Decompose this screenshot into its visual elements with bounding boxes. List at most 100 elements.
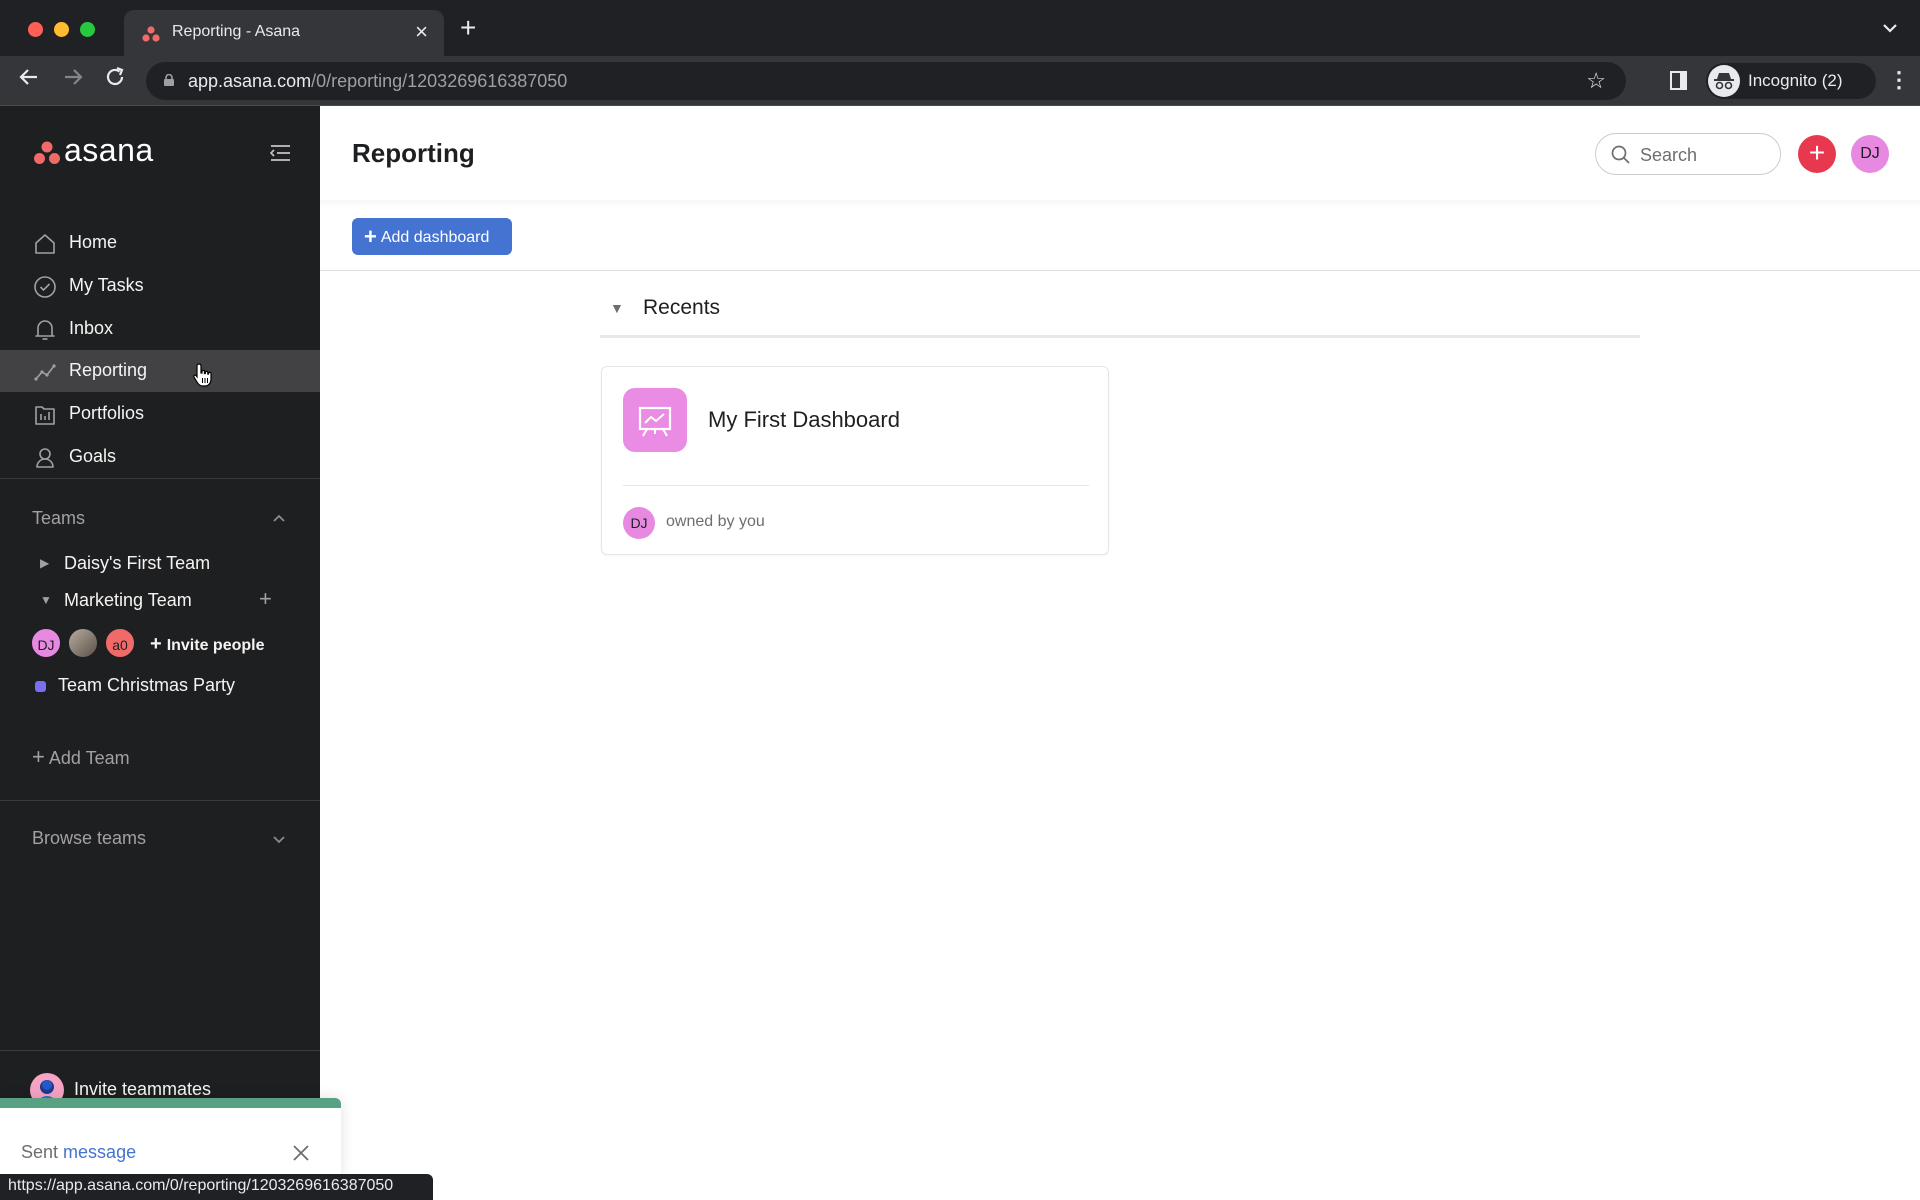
add-to-team-icon[interactable]: + — [259, 586, 272, 612]
arrow-left-icon — [19, 69, 37, 85]
window-minimize-button[interactable] — [54, 22, 69, 37]
portfolio-icon — [35, 406, 55, 425]
sidebar-item-label: Home — [69, 232, 118, 252]
sidebar-item-label: Reporting — [69, 360, 148, 380]
collapse-sidebar-icon[interactable] — [268, 144, 292, 162]
chevron-down-icon[interactable] — [272, 832, 286, 848]
window-maximize-button[interactable] — [80, 22, 95, 37]
incognito-icon — [1708, 65, 1740, 97]
invite-teammates-label: Invite teammates — [74, 1079, 212, 1099]
owner-text: owned by you — [666, 513, 765, 530]
toast-prefix: Sent — [21, 1142, 59, 1162]
avatar[interactable]: a0 — [104, 627, 136, 659]
address-bar[interactable]: app.asana.com/0/reporting/12032696163870… — [146, 62, 1626, 100]
plus-icon: + — [32, 744, 45, 769]
teams-heading[interactable]: Teams — [32, 508, 85, 529]
dashboard-title[interactable]: My First Dashboard — [708, 407, 900, 433]
team-label: Marketing Team — [64, 590, 192, 610]
project-color-icon — [35, 681, 46, 692]
avatar-photo[interactable] — [67, 627, 99, 659]
reload-button[interactable] — [104, 66, 126, 95]
bookmark-star-icon[interactable]: ☆ — [1586, 68, 1606, 94]
search-icon — [1611, 145, 1630, 164]
invite-people-button[interactable]: + Invite people — [150, 633, 264, 656]
browser-tab-bar: Reporting - Asana × + — [0, 0, 1920, 56]
recents-divider — [600, 335, 1640, 338]
lock-icon — [164, 74, 174, 86]
close-icon[interactable] — [290, 1142, 312, 1164]
toolbar-divider — [320, 270, 1920, 271]
toast-link[interactable]: message — [63, 1142, 136, 1162]
dashboard-icon — [623, 388, 687, 452]
sidebar-divider — [0, 1050, 320, 1051]
asana-logo-icon — [34, 141, 60, 164]
sidebar-item-my-tasks[interactable]: My Tasks — [0, 265, 320, 307]
sidebar-item-inbox[interactable]: Inbox — [0, 308, 320, 350]
browser-toolbar: app.asana.com/0/reporting/12032696163870… — [0, 56, 1920, 106]
project-label: Team Christmas Party — [58, 675, 236, 695]
forward-button[interactable] — [62, 66, 84, 95]
sidebar-item-portfolios[interactable]: Portfolios — [0, 393, 320, 435]
caret-down-icon[interactable]: ▼ — [40, 593, 52, 607]
dashboard-card[interactable]: My First Dashboard DJ owned by you — [601, 366, 1109, 555]
sidebar-item-reporting[interactable]: Reporting — [0, 350, 320, 392]
card-divider — [623, 485, 1089, 486]
check-circle-icon — [34, 276, 56, 298]
header-divider — [320, 200, 1920, 208]
sidebar-item-goals[interactable]: Goals — [0, 436, 320, 478]
chevron-up-icon[interactable] — [272, 510, 286, 526]
url-host: app.asana.com — [188, 71, 312, 91]
profile-label: Incognito (2) — [1748, 71, 1843, 90]
add-team-label: Add Team — [48, 748, 130, 768]
arrow-right-icon — [65, 69, 83, 85]
line-chart-icon — [34, 364, 56, 381]
search-placeholder: Search — [1640, 145, 1698, 165]
logo-text: asana — [64, 132, 154, 168]
main-content: Reporting Search + DJ + Add dashboard ▼ R… — [320, 106, 1920, 1200]
tab-search-chevron-icon[interactable] — [1882, 20, 1898, 38]
sidebar-item-home[interactable]: Home — [0, 222, 320, 264]
team-item[interactable]: ▶ Daisy's First Team — [0, 547, 320, 581]
user-avatar[interactable]: DJ — [1851, 135, 1889, 173]
project-item[interactable]: Team Christmas Party — [0, 669, 320, 703]
add-dashboard-button[interactable]: + Add dashboard — [352, 218, 512, 255]
recents-title: Recents — [643, 296, 721, 319]
sidebar-item-label: My Tasks — [69, 275, 144, 295]
tab-title: Reporting - Asana — [172, 23, 301, 40]
hand-cursor-icon — [193, 363, 212, 387]
page-title: Reporting — [352, 138, 475, 168]
sidebar-divider — [0, 800, 320, 801]
add-team-button[interactable]: + Add Team — [32, 744, 130, 770]
team-label: Daisy's First Team — [64, 553, 211, 573]
team-members-row: DJ a0 + Invite people — [30, 627, 320, 661]
browse-teams-heading[interactable]: Browse teams — [32, 828, 146, 849]
bell-icon — [35, 320, 55, 340]
goal-icon — [36, 448, 54, 468]
avatar[interactable]: DJ — [30, 627, 62, 659]
invite-people-label: Invite people — [166, 637, 265, 654]
plus-icon: + — [1808, 137, 1826, 168]
toast-notification: Sent message — [0, 1098, 341, 1176]
caret-right-icon[interactable]: ▶ — [40, 556, 49, 570]
plus-icon: + — [150, 633, 162, 655]
home-icon — [35, 234, 55, 254]
tab-close-icon[interactable]: × — [415, 19, 428, 45]
sidebar-item-label: Inbox — [69, 318, 114, 338]
back-button[interactable] — [18, 66, 40, 95]
new-tab-button[interactable]: + — [460, 14, 476, 42]
caret-down-icon[interactable]: ▼ — [610, 300, 624, 316]
link-preview-status: https://app.asana.com/0/reporting/120326… — [0, 1174, 433, 1200]
side-panel-icon[interactable] — [1670, 71, 1687, 90]
search-input[interactable]: Search — [1595, 133, 1781, 175]
toast-message: Sent message — [21, 1142, 136, 1163]
recents-section-header[interactable]: ▼ Recents — [600, 286, 1640, 338]
browser-menu-icon[interactable]: ⋮ — [1888, 66, 1910, 94]
browser-tab[interactable]: Reporting - Asana × — [124, 10, 444, 56]
quick-add-button[interactable]: + — [1798, 135, 1836, 173]
window-close-button[interactable] — [28, 22, 43, 37]
profile-button[interactable]: Incognito (2) — [1706, 63, 1876, 99]
team-item[interactable]: ▼ Marketing Team + — [0, 584, 320, 618]
plus-icon: + — [364, 224, 377, 249]
sidebar-item-label: Portfolios — [69, 403, 145, 423]
add-dashboard-label: Add dashboard — [380, 229, 490, 246]
